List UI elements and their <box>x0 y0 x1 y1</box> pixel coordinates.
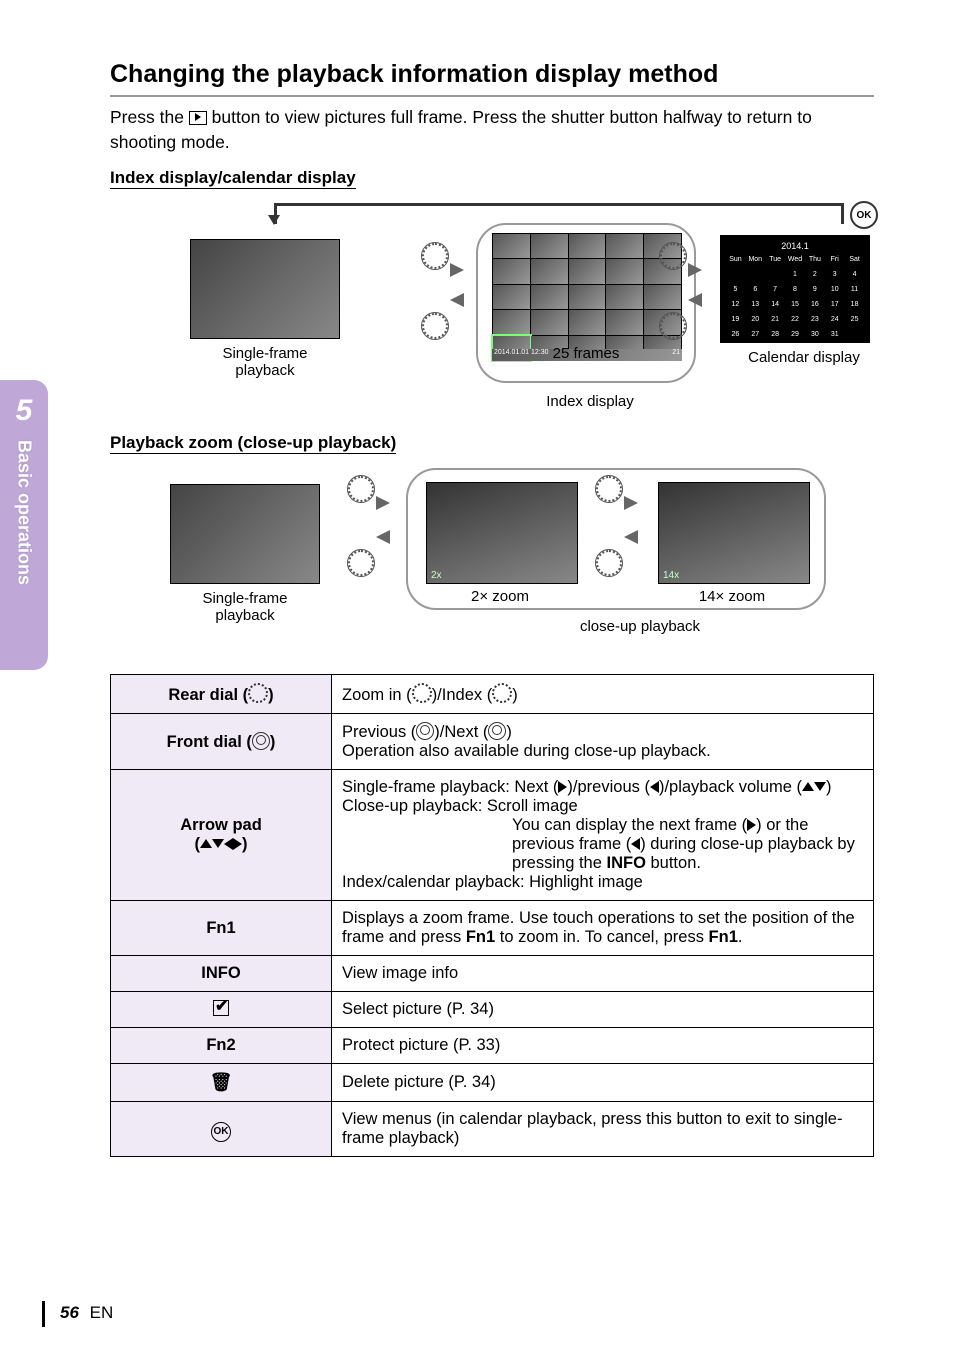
footer-bar <box>42 1301 45 1327</box>
front-dial-icon <box>252 732 270 750</box>
play-icon <box>189 111 207 125</box>
table-row: Rear dial () Zoom in ()/Index () <box>111 675 874 714</box>
up-icon <box>200 839 212 848</box>
fn2-desc: Protect picture (P. 33) <box>332 1028 874 1064</box>
up-icon <box>802 782 814 791</box>
trash-icon <box>210 1074 233 1092</box>
delete-label <box>111 1064 332 1102</box>
arrow-right-icon <box>688 263 702 277</box>
fn1-label: Fn1 <box>111 901 332 956</box>
page-footer: 56 EN <box>60 1303 113 1323</box>
arrow-right-icon <box>376 496 390 510</box>
subheading-index: Index display/calendar display <box>110 168 356 189</box>
info-desc: View image info <box>332 956 874 992</box>
rear-dial-icon <box>492 683 512 703</box>
arrow-left-icon <box>450 293 464 307</box>
table-row: Fn1 Displays a zoom frame. Use touch ope… <box>111 901 874 956</box>
front-dial-icon <box>488 722 506 740</box>
arrow-pad-desc: Single-frame playback: Next ()/previous … <box>332 770 874 901</box>
arrow-left-icon <box>376 530 390 544</box>
rear-dial-icon <box>660 313 686 339</box>
delete-desc: Delete picture (P. 34) <box>332 1064 874 1102</box>
closeup-caption: close-up playback <box>550 618 730 635</box>
chapter-label: Basic operations <box>14 440 35 585</box>
info-label: INFO <box>111 956 332 992</box>
chapter-number: 5 <box>16 394 33 428</box>
zoom-2x-caption: 2× zoom <box>430 588 570 605</box>
single-frame-caption: Single-frame playback <box>175 590 315 624</box>
section-title: Changing the playback information displa… <box>110 60 874 97</box>
ok-desc: View menus (in calendar playback, press … <box>332 1102 874 1157</box>
zoom-diagram: Single-frame playback 2x 2× zoom 14x 14×… <box>110 468 870 658</box>
front-dial-desc: Previous ()/Next () Operation also avail… <box>332 714 874 770</box>
page-number: 56 <box>60 1303 79 1322</box>
ok-icon: OK <box>850 201 878 229</box>
single-frame-caption: Single-frame playback <box>195 345 335 379</box>
arrow-left-icon <box>688 293 702 307</box>
single-frame-thumb <box>190 239 340 339</box>
subheading-zoom: Playback zoom (close-up playback) <box>110 433 396 454</box>
ok-icon: OK <box>211 1122 231 1142</box>
select-label <box>111 992 332 1028</box>
front-dial-icon <box>416 722 434 740</box>
index-calendar-diagram: OK Single-frame playback 2014.01.01 12:3… <box>110 203 870 423</box>
table-row: Fn2 Protect picture (P. 33) <box>111 1028 874 1064</box>
single-frame-thumb <box>170 484 320 584</box>
loopback-arrow <box>268 215 280 225</box>
rear-dial-icon <box>422 243 448 269</box>
arrow-pad-label: Arrow pad () <box>111 770 332 901</box>
table-row: Delete picture (P. 34) <box>111 1064 874 1102</box>
left-icon <box>224 838 233 850</box>
fn1-desc: Displays a zoom frame. Use touch operati… <box>332 901 874 956</box>
rear-dial-icon <box>348 550 374 576</box>
right-icon <box>747 819 756 831</box>
table-row: OK View menus (in calendar playback, pre… <box>111 1102 874 1157</box>
ok-label: OK <box>111 1102 332 1157</box>
intro-text: Press the button to view pictures full f… <box>110 105 874 154</box>
rear-dial-icon <box>248 683 268 703</box>
zoom-14x-thumb: 14x <box>658 482 810 584</box>
calendar-thumb: 2014.1 SunMonTueWedThuFriSat 1234 567891… <box>720 235 870 343</box>
right-icon <box>233 838 242 850</box>
zoom-14x-caption: 14× zoom <box>662 588 802 605</box>
index-25-thumb: 2014.01.01 12:3021 <box>492 233 682 361</box>
index-25-caption: 25 frames <box>516 345 656 362</box>
rear-dial-icon <box>422 313 448 339</box>
loopback-line <box>274 203 844 224</box>
down-icon <box>212 839 224 848</box>
arrow-right-icon <box>624 496 638 510</box>
index-display-caption: Index display <box>520 393 660 410</box>
rear-dial-desc: Zoom in ()/Index () <box>332 675 874 714</box>
left-icon <box>650 781 659 793</box>
zoom-2x-thumb: 2x <box>426 482 578 584</box>
rear-dial-icon <box>660 243 686 269</box>
rear-dial-icon <box>596 550 622 576</box>
rear-dial-icon <box>412 683 432 703</box>
table-row: Arrow pad () Single-frame playback: Next… <box>111 770 874 901</box>
page-lang: EN <box>90 1303 114 1322</box>
front-dial-label: Front dial () <box>111 714 332 770</box>
calendar-caption: Calendar display <box>724 349 884 366</box>
check-icon <box>213 1000 229 1016</box>
chapter-tab: 5 Basic operations <box>0 380 48 670</box>
arrow-left-icon <box>624 530 638 544</box>
rear-dial-icon <box>348 476 374 502</box>
table-row: INFO View image info <box>111 956 874 992</box>
table-row: Front dial () Previous ()/Next () Operat… <box>111 714 874 770</box>
operations-table: Rear dial () Zoom in ()/Index () Front d… <box>110 674 874 1157</box>
table-row: Select picture (P. 34) <box>111 992 874 1028</box>
select-desc: Select picture (P. 34) <box>332 992 874 1028</box>
rear-dial-label: Rear dial () <box>111 675 332 714</box>
arrow-right-icon <box>450 263 464 277</box>
rear-dial-icon <box>596 476 622 502</box>
down-icon <box>814 782 826 791</box>
left-icon <box>631 838 640 850</box>
fn2-label: Fn2 <box>111 1028 332 1064</box>
